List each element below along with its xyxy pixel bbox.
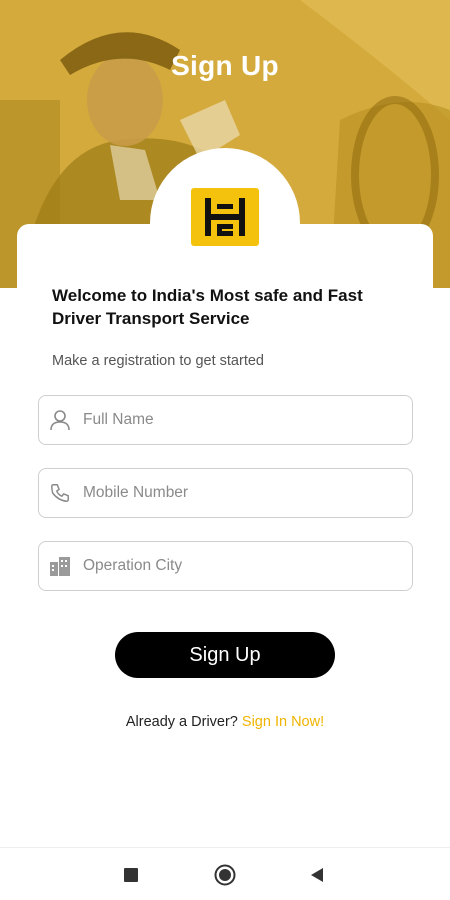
full-name-field[interactable]: [38, 395, 413, 445]
operation-city-field[interactable]: [38, 541, 413, 591]
triangle-back-icon: [311, 867, 323, 882]
mobile-number-field[interactable]: [38, 468, 413, 518]
recent-apps-button[interactable]: [101, 848, 161, 900]
registration-subtitle: Make a registration to get started: [52, 353, 264, 369]
square-icon: [124, 867, 138, 882]
sign-in-prompt: Already a Driver? Sign In Now!: [0, 714, 450, 730]
full-name-input[interactable]: [81, 400, 412, 440]
system-nav-bar: [0, 847, 450, 900]
operation-city-input[interactable]: [81, 546, 412, 586]
back-button[interactable]: [287, 848, 347, 900]
city-icon: [39, 554, 81, 578]
hc-logo-icon: [191, 188, 259, 246]
welcome-heading: Welcome to India's Most safe and Fast Dr…: [52, 286, 363, 328]
sign-in-link[interactable]: Sign In Now!: [242, 714, 324, 730]
circle-icon: [214, 864, 236, 885]
person-icon: [39, 408, 81, 432]
page-title: Sign Up: [171, 50, 279, 81]
mobile-number-input[interactable]: [81, 473, 412, 513]
sign-up-button[interactable]: Sign Up: [115, 632, 335, 678]
sign-in-prompt-text: Already a Driver?: [125, 714, 242, 730]
phone-icon: [39, 482, 81, 504]
home-button[interactable]: [195, 848, 255, 900]
